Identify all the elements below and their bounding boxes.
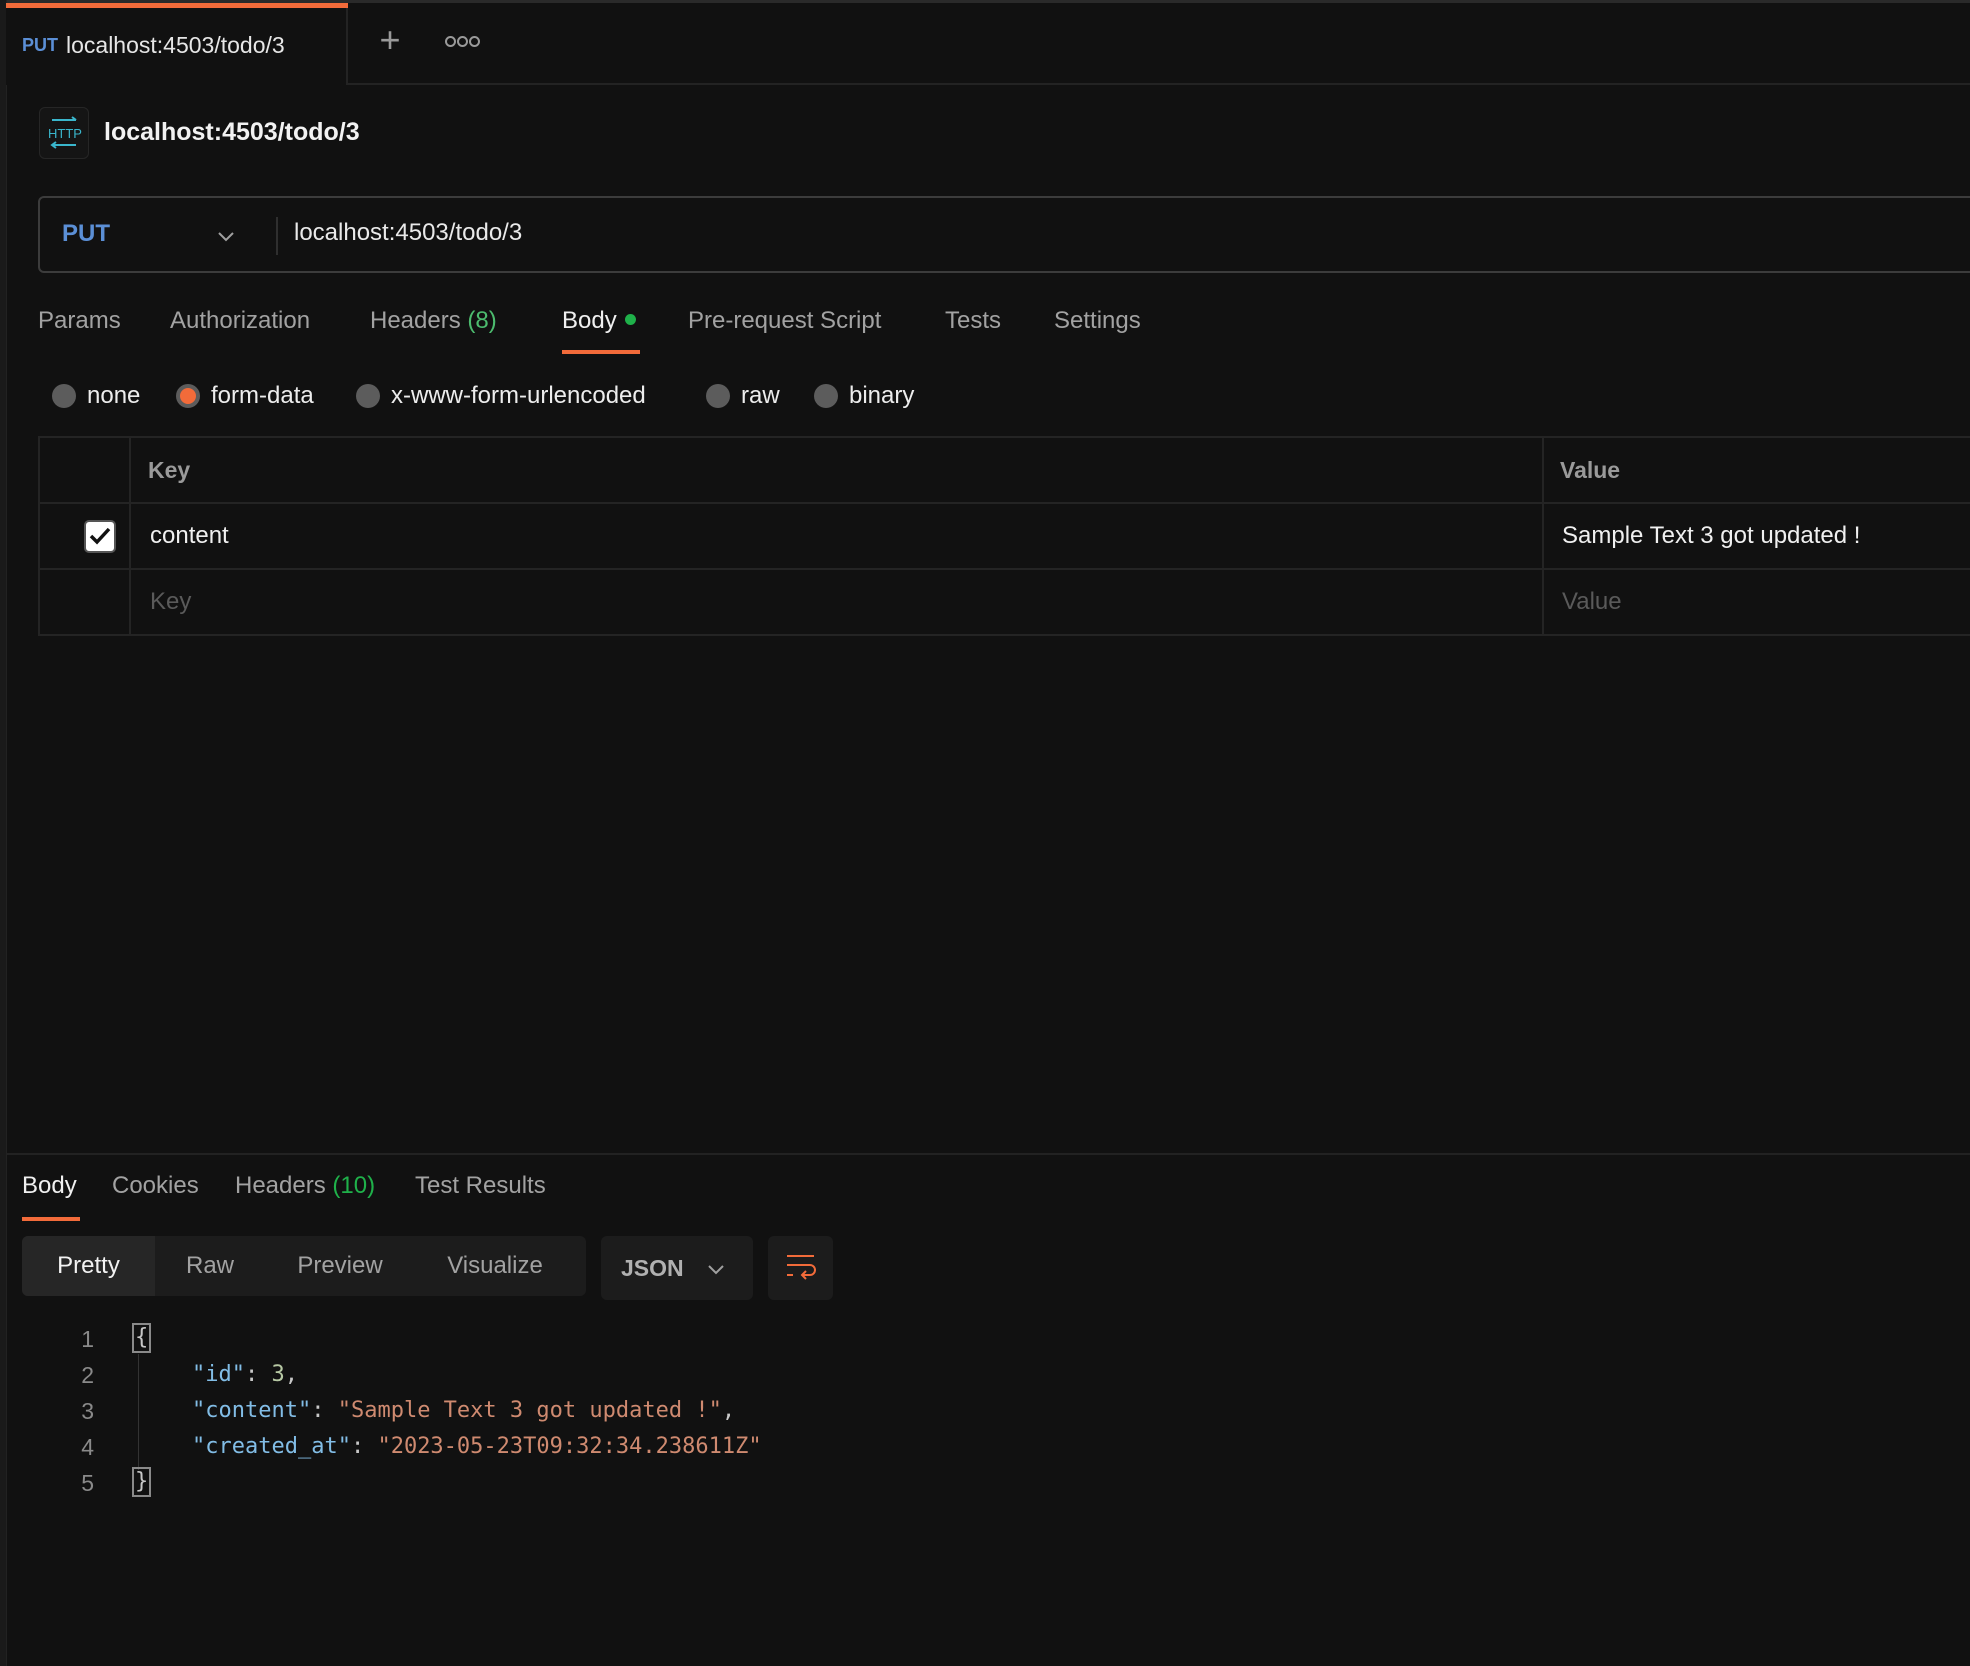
- response-tab-test-results[interactable]: Test Results: [415, 1172, 546, 1200]
- radio-binary[interactable]: binary: [814, 378, 914, 414]
- json-line-content: "content": "Sample Text 3 got updated !"…: [192, 1398, 736, 1423]
- svg-text:HTTP: HTTP: [48, 126, 82, 141]
- row-value[interactable]: Sample Text 3 got updated !: [1562, 522, 1860, 550]
- checkmark-icon: [89, 527, 111, 545]
- wrap-lines-button[interactable]: [768, 1236, 833, 1300]
- open-brace: {: [132, 1323, 152, 1353]
- tab-pre-request-script[interactable]: Pre-request Script: [688, 307, 881, 335]
- new-value-input[interactable]: Value: [1562, 588, 1622, 616]
- radio-icon: [52, 384, 76, 408]
- json-line-id: "id": 3,: [192, 1362, 298, 1387]
- active-tab-underline: [562, 350, 640, 354]
- new-key-input[interactable]: Key: [150, 588, 191, 616]
- tab-headers[interactable]: Headers (8): [370, 307, 497, 335]
- line-number: 2: [81, 1362, 94, 1388]
- table-row: content Sample Text 3 got updated !: [40, 504, 1970, 570]
- active-response-tab-underline: [22, 1217, 80, 1221]
- radio-x-www-form-urlencoded[interactable]: x-www-form-urlencoded: [356, 378, 646, 414]
- line-number: 3: [81, 1398, 94, 1424]
- more-options-button[interactable]: [444, 28, 480, 56]
- radio-form-data[interactable]: form-data: [176, 378, 314, 414]
- request-tab[interactable]: PUT localhost:4503/todo/3: [6, 3, 348, 85]
- line-number: 5: [81, 1470, 94, 1496]
- url-separator: [276, 217, 278, 255]
- row-key[interactable]: content: [150, 522, 229, 550]
- table-header-row: Key Value: [40, 438, 1970, 504]
- radio-none[interactable]: none: [52, 378, 140, 414]
- radio-raw[interactable]: raw: [706, 378, 780, 414]
- table-row-new: Key Value: [40, 570, 1970, 636]
- form-data-table: Key Value content Sample Text 3 got upda…: [38, 436, 1970, 636]
- new-tab-button[interactable]: +: [372, 22, 408, 58]
- headers-count: (8): [467, 307, 497, 334]
- json-line-created-at: "created_at": "2023-05-23T09:32:34.23861…: [192, 1434, 762, 1459]
- tab-tests[interactable]: Tests: [945, 307, 1001, 335]
- format-select[interactable]: JSON: [601, 1236, 753, 1300]
- modified-dot-icon: [624, 314, 636, 325]
- close-brace: }: [132, 1467, 152, 1497]
- sidebar-edge: [0, 0, 7, 1666]
- radio-icon: [356, 384, 380, 408]
- chevron-down-icon: [708, 1265, 724, 1275]
- tab-authorization[interactable]: Authorization: [170, 307, 310, 335]
- line-number: 1: [81, 1326, 94, 1352]
- response-tab-body[interactable]: Body: [22, 1172, 77, 1200]
- format-label: JSON: [621, 1255, 684, 1281]
- value-column-header: Value: [1560, 457, 1621, 483]
- response-tab-headers[interactable]: Headers (10): [235, 1172, 375, 1200]
- dot-icon: [456, 36, 468, 47]
- tab-body[interactable]: Body: [562, 307, 636, 335]
- view-preview[interactable]: Preview: [265, 1236, 415, 1296]
- active-tab-indicator: [6, 3, 348, 8]
- indent-guide: [138, 1354, 139, 1470]
- view-pretty[interactable]: Pretty: [22, 1236, 155, 1296]
- radio-icon: [706, 384, 730, 408]
- radio-selected-icon: [176, 384, 200, 408]
- tab-method: PUT: [22, 35, 58, 55]
- http-request-icon: HTTP: [39, 107, 89, 159]
- dot-icon: [444, 36, 456, 47]
- plus-icon: +: [379, 19, 401, 60]
- key-column-header: Key: [148, 457, 191, 483]
- tab-settings[interactable]: Settings: [1054, 307, 1141, 335]
- view-raw[interactable]: Raw: [155, 1236, 265, 1296]
- response-tab-cookies[interactable]: Cookies: [112, 1172, 199, 1200]
- view-visualize[interactable]: Visualize: [415, 1236, 575, 1296]
- tab-params[interactable]: Params: [38, 307, 121, 335]
- response-headers-count: (10): [332, 1172, 376, 1199]
- row-enabled-checkbox[interactable]: [84, 520, 116, 553]
- radio-icon: [814, 384, 838, 408]
- wrap-lines-icon: [787, 1255, 816, 1280]
- request-name[interactable]: localhost:4503/todo/3: [104, 118, 360, 147]
- url-input[interactable]: [294, 219, 1894, 247]
- dot-icon: [468, 36, 480, 47]
- pane-divider[interactable]: [6, 1153, 1970, 1155]
- tab-title: localhost:4503/todo/3: [66, 32, 285, 58]
- view-mode-segmented: Pretty Raw Preview Visualize: [22, 1236, 586, 1296]
- method-select[interactable]: PUT: [62, 220, 110, 248]
- line-number: 4: [81, 1434, 94, 1460]
- chevron-down-icon[interactable]: [214, 224, 238, 248]
